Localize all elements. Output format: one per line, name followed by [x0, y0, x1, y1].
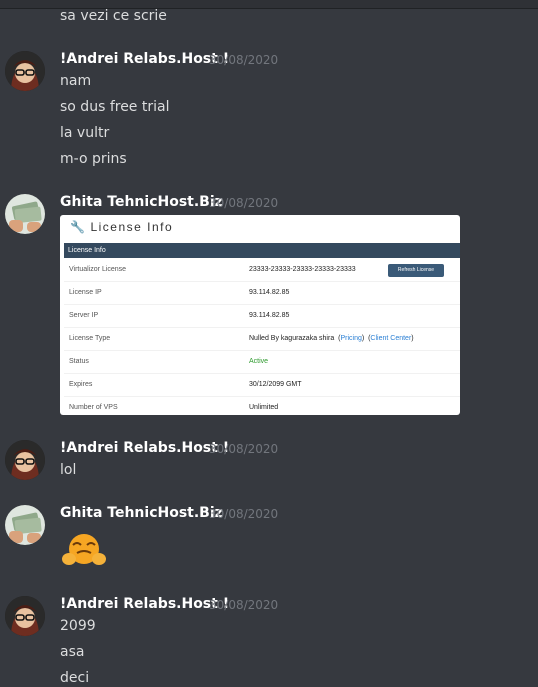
message-line: sa vezi ce scrie: [60, 8, 167, 24]
table-row: Number of VPS Unlimited: [64, 397, 460, 415]
row-label: Server IP: [69, 312, 99, 319]
refresh-license-button[interactable]: Refresh License: [388, 264, 444, 277]
row-label: Number of VPS: [69, 404, 118, 411]
row-value: 93.114.82.85: [249, 289, 290, 296]
message-line: lol: [60, 462, 77, 478]
avatar[interactable]: [5, 51, 45, 91]
row-label: License IP: [69, 289, 102, 296]
message-line: deci: [60, 670, 90, 686]
row-label: Expires: [69, 381, 93, 388]
timestamp: 30/08/2020: [209, 442, 279, 456]
row-label: License Type: [69, 335, 111, 342]
message-line: nam: [60, 73, 92, 89]
username[interactable]: !Andrei Relabs.Host !: [60, 51, 229, 67]
row-value: 93.114.82.85: [249, 312, 290, 319]
avatar[interactable]: [5, 596, 45, 636]
username[interactable]: Ghita TehnicHost.Biz: [60, 194, 223, 210]
username[interactable]: !Andrei Relabs.Host !: [60, 440, 229, 456]
license-info-embed: 🔧 License Info License Info Virtualizor L…: [60, 215, 460, 415]
username[interactable]: !Andrei Relabs.Host !: [60, 596, 229, 612]
message-line: 2099: [60, 618, 96, 634]
license-table: Virtualizor License 23333-23333-23333-23…: [64, 259, 460, 415]
row-label: Status: [69, 358, 89, 365]
license-table-header: License Info: [64, 243, 460, 258]
username[interactable]: Ghita TehnicHost.Biz: [60, 505, 223, 521]
status-value: Active: [249, 358, 269, 365]
avatar[interactable]: [5, 505, 45, 545]
message-line: m-o prins: [60, 151, 127, 167]
table-row: License IP 93.114.82.85: [64, 282, 460, 305]
license-card-title: 🔧 License Info: [70, 220, 174, 234]
timestamp: 30/08/2020: [209, 53, 279, 67]
message-line: so dus free trial: [60, 99, 170, 115]
row-value: Nulled By kagurazaka shira (Pricing) (Cl…: [249, 335, 414, 342]
table-row: License Type Nulled By kagurazaka shira …: [64, 328, 460, 351]
hot-face-emoji: [61, 531, 107, 569]
avatar[interactable]: [5, 440, 45, 480]
row-value: 23333-23333-23333-23333-23333: [249, 266, 356, 273]
row-label: Virtualizor License: [69, 266, 127, 273]
client-center-link[interactable]: Client Center: [370, 335, 411, 342]
row-value: 30/12/2099 GMT: [249, 381, 302, 388]
table-row: Server IP 93.114.82.85: [64, 305, 460, 328]
message-line: asa: [60, 644, 85, 660]
timestamp: 30/08/2020: [209, 196, 279, 210]
table-row: Status Active: [64, 351, 460, 374]
table-row: Expires 30/12/2099 GMT: [64, 374, 460, 397]
message-line: la vultr: [60, 125, 110, 141]
pricing-link[interactable]: Pricing: [340, 335, 361, 342]
table-row: Virtualizor License 23333-23333-23333-23…: [64, 259, 460, 282]
row-value: Unlimited: [249, 404, 279, 411]
wrench-icon: 🔧: [70, 220, 87, 234]
timestamp: 30/08/2020: [209, 598, 279, 612]
timestamp: 30/08/2020: [209, 507, 279, 521]
avatar[interactable]: [5, 194, 45, 234]
